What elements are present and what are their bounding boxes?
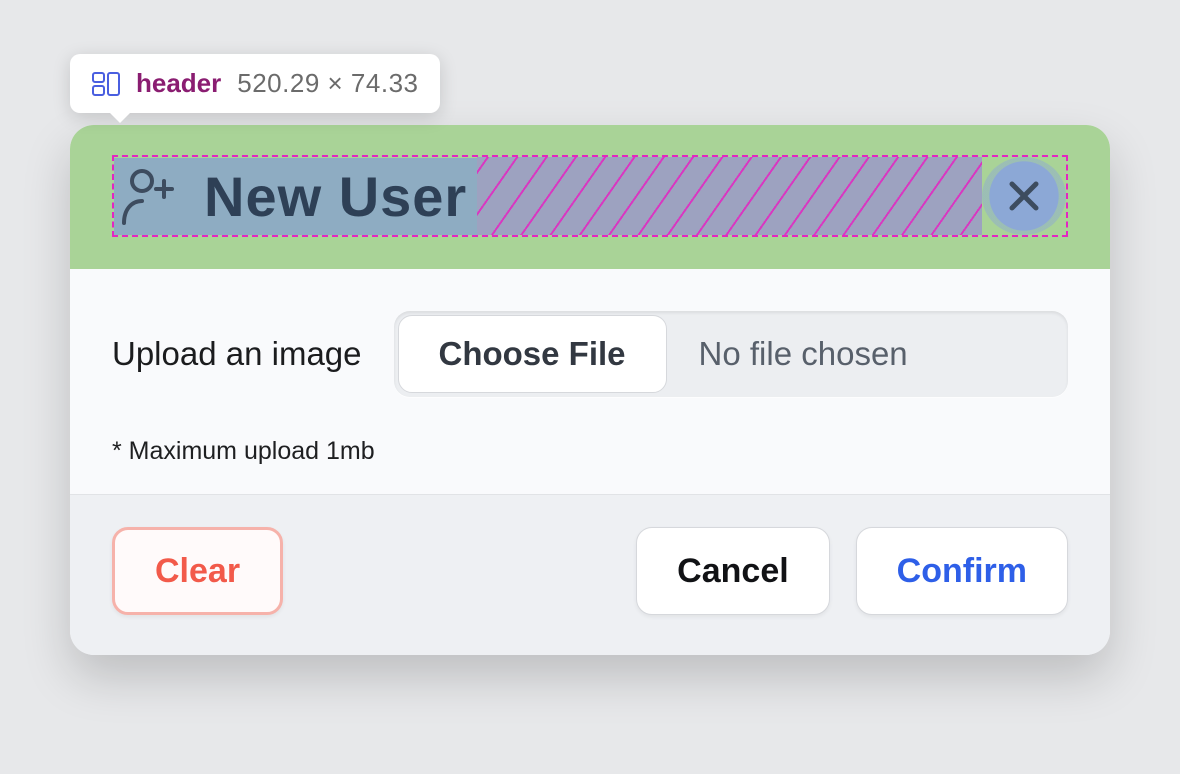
devtools-element-tooltip: header 520.29 × 74.33: [70, 54, 440, 113]
upload-note: * Maximum upload 1mb: [112, 437, 1068, 466]
header-title-group: New User: [114, 158, 477, 235]
file-input[interactable]: Choose File No file chosen: [394, 311, 1069, 397]
flexbox-icon: [92, 72, 120, 96]
confirm-button[interactable]: Confirm: [856, 527, 1068, 615]
header-flex-gap-highlight: [477, 157, 982, 235]
dialog-header: New User: [70, 125, 1110, 269]
upload-label: Upload an image: [112, 335, 362, 373]
clear-button[interactable]: Clear: [112, 527, 283, 615]
dialog-footer: Clear Cancel Confirm: [70, 495, 1110, 655]
new-user-dialog: New User Upload an image Choose File No …: [70, 125, 1110, 655]
close-icon: [1004, 176, 1044, 216]
tooltip-tag-name: header: [136, 68, 221, 99]
dialog-title: New User: [204, 164, 467, 229]
tooltip-dimensions: 520.29 × 74.33: [237, 68, 418, 99]
header-highlight-region: New User: [112, 155, 1068, 237]
add-user-icon: [118, 165, 178, 227]
close-button[interactable]: [982, 157, 1066, 235]
choose-file-button[interactable]: Choose File: [398, 315, 667, 393]
cancel-button[interactable]: Cancel: [636, 527, 830, 615]
upload-row: Upload an image Choose File No file chos…: [112, 311, 1068, 397]
file-status-text: No file chosen: [671, 311, 1068, 397]
dialog-body: Upload an image Choose File No file chos…: [70, 269, 1110, 495]
